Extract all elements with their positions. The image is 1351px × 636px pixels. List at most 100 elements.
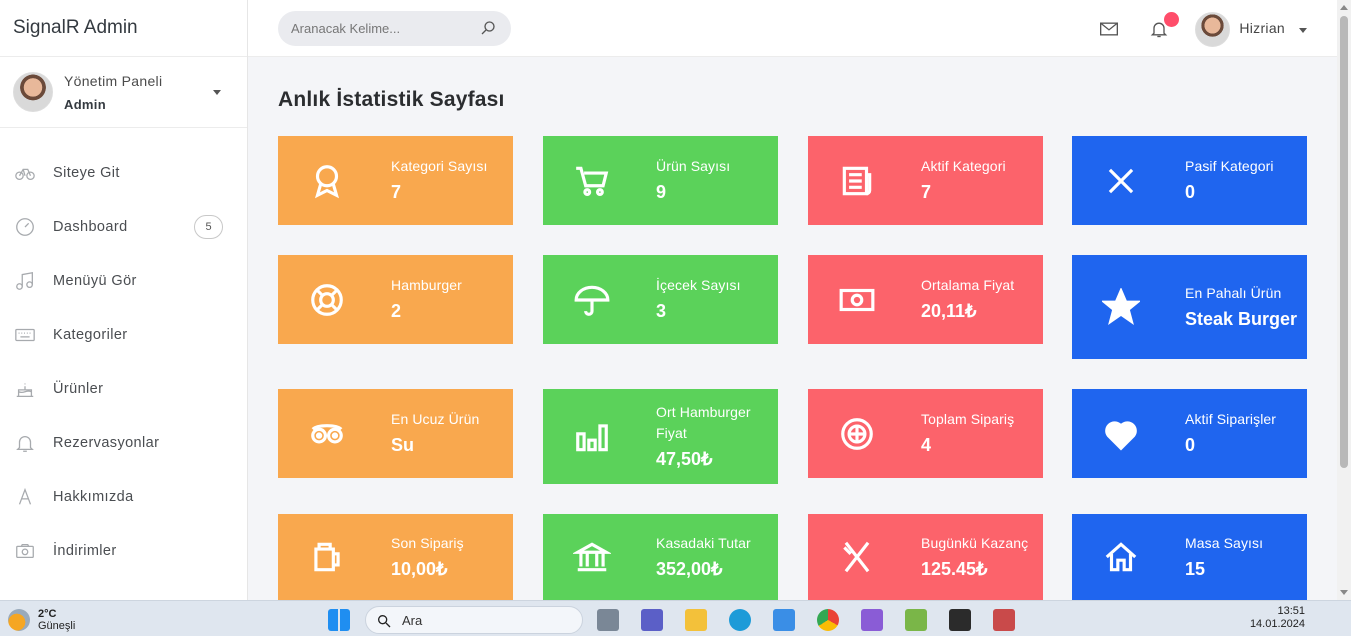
stat-card-value: 15: [1185, 558, 1206, 579]
umbrella-icon: [571, 279, 613, 321]
stat-card-label: Bugünkü Kazanç: [921, 534, 1029, 551]
stat-card-label: Son Sipariş: [391, 534, 464, 551]
camera-icon: [13, 539, 37, 563]
snipping-tool-icon[interactable]: [993, 609, 1015, 631]
clock-time: 13:51: [1277, 605, 1305, 617]
terminal-icon[interactable]: [949, 609, 971, 631]
sidebar-item-hakkimizda[interactable]: Hakkımızda: [0, 470, 247, 524]
notification-dot: [1164, 12, 1179, 27]
tire-icon: [836, 413, 878, 455]
stat-card-value: 0: [1185, 435, 1196, 455]
avatar[interactable]: [1195, 12, 1230, 47]
tripadvisor-icon: [306, 413, 348, 455]
topbar: Hizrian: [248, 0, 1337, 57]
sidebar-item-label: Dashboard: [53, 219, 128, 235]
scroll-down-arrow-icon[interactable]: [1340, 590, 1348, 595]
weather-desc: Güneşli: [38, 620, 76, 632]
file-explorer-icon[interactable]: [685, 609, 707, 631]
sidebar: SignalR Admin Yönetim Paneli Admin Sitey…: [0, 0, 248, 600]
stat-card-award[interactable]: Kategori Sayısı 7: [278, 136, 513, 225]
visual-studio-icon[interactable]: [861, 609, 883, 631]
chevron-down-icon[interactable]: [1299, 28, 1307, 33]
scrollbar-thumb[interactable]: [1340, 16, 1348, 468]
stat-card-newspaper[interactable]: Aktif Kategori 7: [808, 136, 1043, 225]
sidebar-nav: Siteye Git Dashboard 5 Menüyü Gör Katego…: [0, 128, 247, 578]
search-input[interactable]: [291, 21, 471, 36]
stat-card-beer-mug[interactable]: Son Sipariş 10,00₺: [278, 514, 513, 600]
clock[interactable]: 13:51 14.01.2024: [1250, 605, 1305, 631]
brand-logo[interactable]: SignalR Admin: [0, 0, 247, 57]
stat-card-value: 9: [656, 182, 667, 202]
search-icon[interactable]: [479, 19, 497, 42]
stat-card-heart[interactable]: Aktif Siparişler 0: [1072, 389, 1307, 478]
gauge-icon: [13, 215, 37, 239]
dashboard-count-badge: 5: [194, 215, 223, 239]
search-box: [278, 11, 511, 46]
stat-card-umbrella[interactable]: İçecek Sayısı 3: [543, 255, 778, 344]
stat-card-label: Ürün Sayısı: [656, 158, 731, 174]
task-view-icon[interactable]: [597, 609, 619, 631]
stat-card-value: Su: [391, 435, 415, 455]
scroll-up-arrow-icon[interactable]: [1340, 5, 1348, 10]
stat-card-label: Aktif Kategori: [921, 158, 1006, 174]
sidebar-item-urunler[interactable]: Ürünler: [0, 362, 247, 416]
stat-card-label: Kategori Sayısı: [391, 158, 488, 174]
stat-card-label: Ort Hamburger Fiyat: [656, 403, 751, 441]
store-icon[interactable]: [773, 609, 795, 631]
chevron-down-icon[interactable]: [213, 90, 221, 95]
sidebar-item-siteye-git[interactable]: Siteye Git: [0, 146, 247, 200]
weather-sun-icon: [8, 609, 30, 631]
user-name[interactable]: Hizrian: [1239, 20, 1285, 36]
mail-icon[interactable]: [1099, 20, 1119, 43]
stat-card-money[interactable]: Ortalama Fiyat 20,11₺: [808, 255, 1043, 344]
stat-card-label: En Pahalı Ürün: [1185, 284, 1282, 301]
beer-mug-icon: [306, 536, 348, 578]
home-icon: [1100, 536, 1142, 578]
stat-card-value: 47,50₺: [656, 448, 713, 469]
chrome-icon[interactable]: [817, 609, 839, 631]
sidebar-item-kategoriler[interactable]: Kategoriler: [0, 308, 247, 362]
stat-card-value: 3: [656, 301, 667, 321]
stat-card-label: Hamburger: [391, 277, 462, 293]
taskbar-search[interactable]: Ara: [365, 606, 583, 634]
edge-icon[interactable]: [729, 609, 751, 631]
cart-icon: [571, 160, 613, 202]
stat-card-value: 352,00₺: [656, 558, 723, 579]
page-title: Anlık İstatistik Sayfası: [278, 88, 505, 111]
tool-app-icon[interactable]: [905, 609, 927, 631]
stat-card-label: Aktif Siparişler: [1185, 411, 1277, 427]
stat-card-value: 4: [921, 435, 932, 455]
stat-card-tire[interactable]: Toplam Sipariş 4: [808, 389, 1043, 478]
stat-card-bar-chart[interactable]: Ort Hamburger Fiyat 47,50₺: [543, 389, 778, 484]
scrollbar[interactable]: [1337, 0, 1351, 600]
sidebar-item-rezervasyonlar[interactable]: Rezervasyonlar: [0, 416, 247, 470]
stat-card-value: 7: [391, 182, 402, 202]
stat-card-close[interactable]: Pasif Kategori 0: [1072, 136, 1307, 225]
stat-card-home[interactable]: Masa Sayısı 15: [1072, 514, 1307, 600]
stat-card-label: Ortalama Fiyat: [921, 277, 1015, 293]
stat-card-bank[interactable]: Kasadaki Tutar 352,00₺: [543, 514, 778, 600]
weather-widget[interactable]: 2°C Güneşli: [8, 608, 75, 632]
windows-start-icon[interactable]: [328, 609, 350, 631]
stat-card-tripadvisor[interactable]: En Ucuz Ürün Su: [278, 389, 513, 478]
teams-icon[interactable]: [641, 609, 663, 631]
keyboard-icon: [13, 323, 37, 347]
bank-icon: [571, 536, 613, 578]
sidebar-item-label: Siteye Git: [53, 165, 120, 181]
sidebar-item-dashboard[interactable]: Dashboard 5: [0, 200, 247, 254]
user-profile[interactable]: Yönetim Paneli Admin: [0, 57, 247, 128]
search-icon: [376, 613, 392, 632]
sidebar-item-indirimler[interactable]: İndirimler: [0, 524, 247, 578]
windows-taskbar: 2°C Güneşli Ara 13:51 14.01.2024: [0, 600, 1351, 636]
stat-card-cart[interactable]: Ürün Sayısı 9: [543, 136, 778, 225]
stat-card-lifebuoy[interactable]: Hamburger 2: [278, 255, 513, 344]
stat-card-utensils[interactable]: Bugünkü Kazanç 125.45₺: [808, 514, 1043, 600]
sidebar-item-label: Kategoriler: [53, 327, 128, 343]
clock-date: 14.01.2024: [1249, 618, 1305, 630]
lifebuoy-icon: [306, 279, 348, 321]
sidebar-item-label: İndirimler: [53, 543, 117, 559]
stat-card-star[interactable]: En Pahalı Ürün Steak Burger: [1072, 255, 1307, 359]
sidebar-item-menuyu-gor[interactable]: Menüyü Gör: [0, 254, 247, 308]
stat-card-label: Masa Sayısı: [1185, 534, 1264, 551]
sidebar-item-label: Hakkımızda: [53, 489, 134, 505]
